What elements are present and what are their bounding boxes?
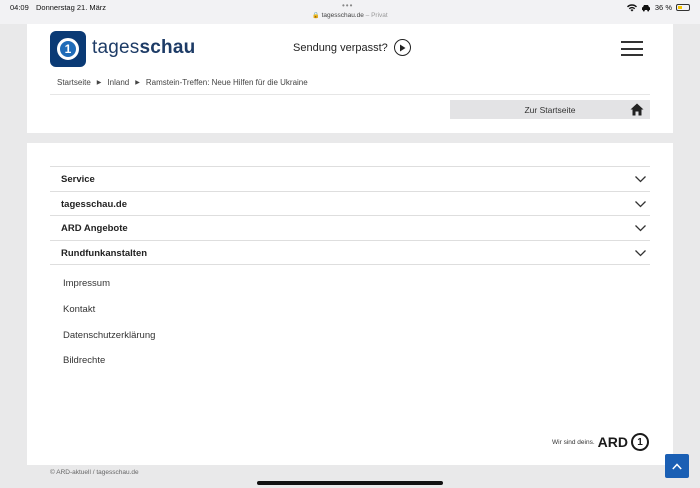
chevron-up-icon <box>672 462 682 470</box>
ard-one-icon: 1 <box>631 433 649 451</box>
status-bar: 04:09 Donnerstag 21. März ••• 🔒 tagessch… <box>0 0 700 24</box>
footer-link-kontakt[interactable]: Kontakt <box>63 304 95 315</box>
car-icon <box>641 4 650 11</box>
status-time: 04:09 <box>10 3 29 12</box>
accordion-label: tagesschau.de <box>61 198 127 210</box>
accordion-rundfunkanstalten[interactable]: Rundfunkanstalten <box>50 240 650 265</box>
breadcrumb-inland[interactable]: Inland <box>107 78 129 87</box>
chevron-down-icon <box>635 175 646 182</box>
status-date: Donnerstag 21. März <box>36 3 107 12</box>
accordion-label: ARD Angebote <box>61 222 128 234</box>
breadcrumb-startseite[interactable]: Startseite <box>57 78 91 87</box>
address-bar[interactable]: 🔒 tagesschau.de – Privat <box>0 12 700 19</box>
chevron-down-icon <box>635 224 646 231</box>
ard-wordmark: ARD <box>597 434 628 450</box>
battery-percent: 36 % <box>654 3 672 12</box>
scroll-to-top-button[interactable] <box>665 454 689 478</box>
battery-icon <box>676 4 690 11</box>
divider <box>50 264 650 265</box>
breadcrumb-arrow-icon: ▶ <box>135 80 140 86</box>
site-footer: Service tagesschau.de ARD Angebote Rundf… <box>27 143 673 465</box>
brand-wordmark[interactable]: tagesschau <box>92 37 195 59</box>
breadcrumb: Startseite ▶ Inland ▶ Ramstein-Treffen: … <box>57 78 308 87</box>
accordion-service[interactable]: Service <box>50 166 650 191</box>
play-icon <box>393 39 411 56</box>
home-button-label: Zur Startseite <box>524 104 576 115</box>
missed-broadcast-link[interactable]: Sendung verpasst? <box>293 39 411 56</box>
chevron-down-icon <box>635 200 646 207</box>
tagesschau-logo-icon[interactable]: 1 <box>50 31 86 67</box>
address-url: tagesschau.de <box>321 12 364 19</box>
footer-link-impressum[interactable]: Impressum <box>63 278 110 289</box>
home-icon <box>630 103 644 116</box>
accordion-tagesschau[interactable]: tagesschau.de <box>50 191 650 216</box>
accordion-label: Rundfunkanstalten <box>61 247 148 259</box>
breadcrumb-article[interactable]: Ramstein-Treffen: Neue Hilfen für die Uk… <box>146 78 308 87</box>
home-button[interactable]: Zur Startseite <box>450 100 650 119</box>
status-indicators: 36 % <box>626 3 690 12</box>
ard-logo[interactable]: Wir sind deins. ARD 1 <box>552 433 649 451</box>
footer-link-datenschutz[interactable]: Datenschutzerklärung <box>63 330 155 341</box>
chevron-down-icon <box>635 249 646 256</box>
menu-icon[interactable] <box>621 41 643 56</box>
site-header: 1 tagesschau Sendung verpasst? Startseit… <box>27 24 673 133</box>
copyright-text: © ARD-aktuell / tagesschau.de <box>50 469 139 476</box>
home-indicator[interactable] <box>257 481 443 485</box>
private-mode-label: – Privat <box>365 12 388 19</box>
multitasking-dots-icon[interactable]: ••• <box>342 1 353 10</box>
divider <box>50 94 650 95</box>
accordion-label: Service <box>61 173 95 185</box>
footer-link-bildrechte[interactable]: Bildrechte <box>63 355 105 366</box>
wifi-icon <box>626 3 637 11</box>
ard-tagline: Wir sind deins. <box>552 438 595 446</box>
breadcrumb-arrow-icon: ▶ <box>96 80 102 86</box>
lock-icon: 🔒 <box>312 13 320 19</box>
missed-broadcast-label: Sendung verpasst? <box>293 41 388 54</box>
accordion-ard-angebote[interactable]: ARD Angebote <box>50 215 650 240</box>
